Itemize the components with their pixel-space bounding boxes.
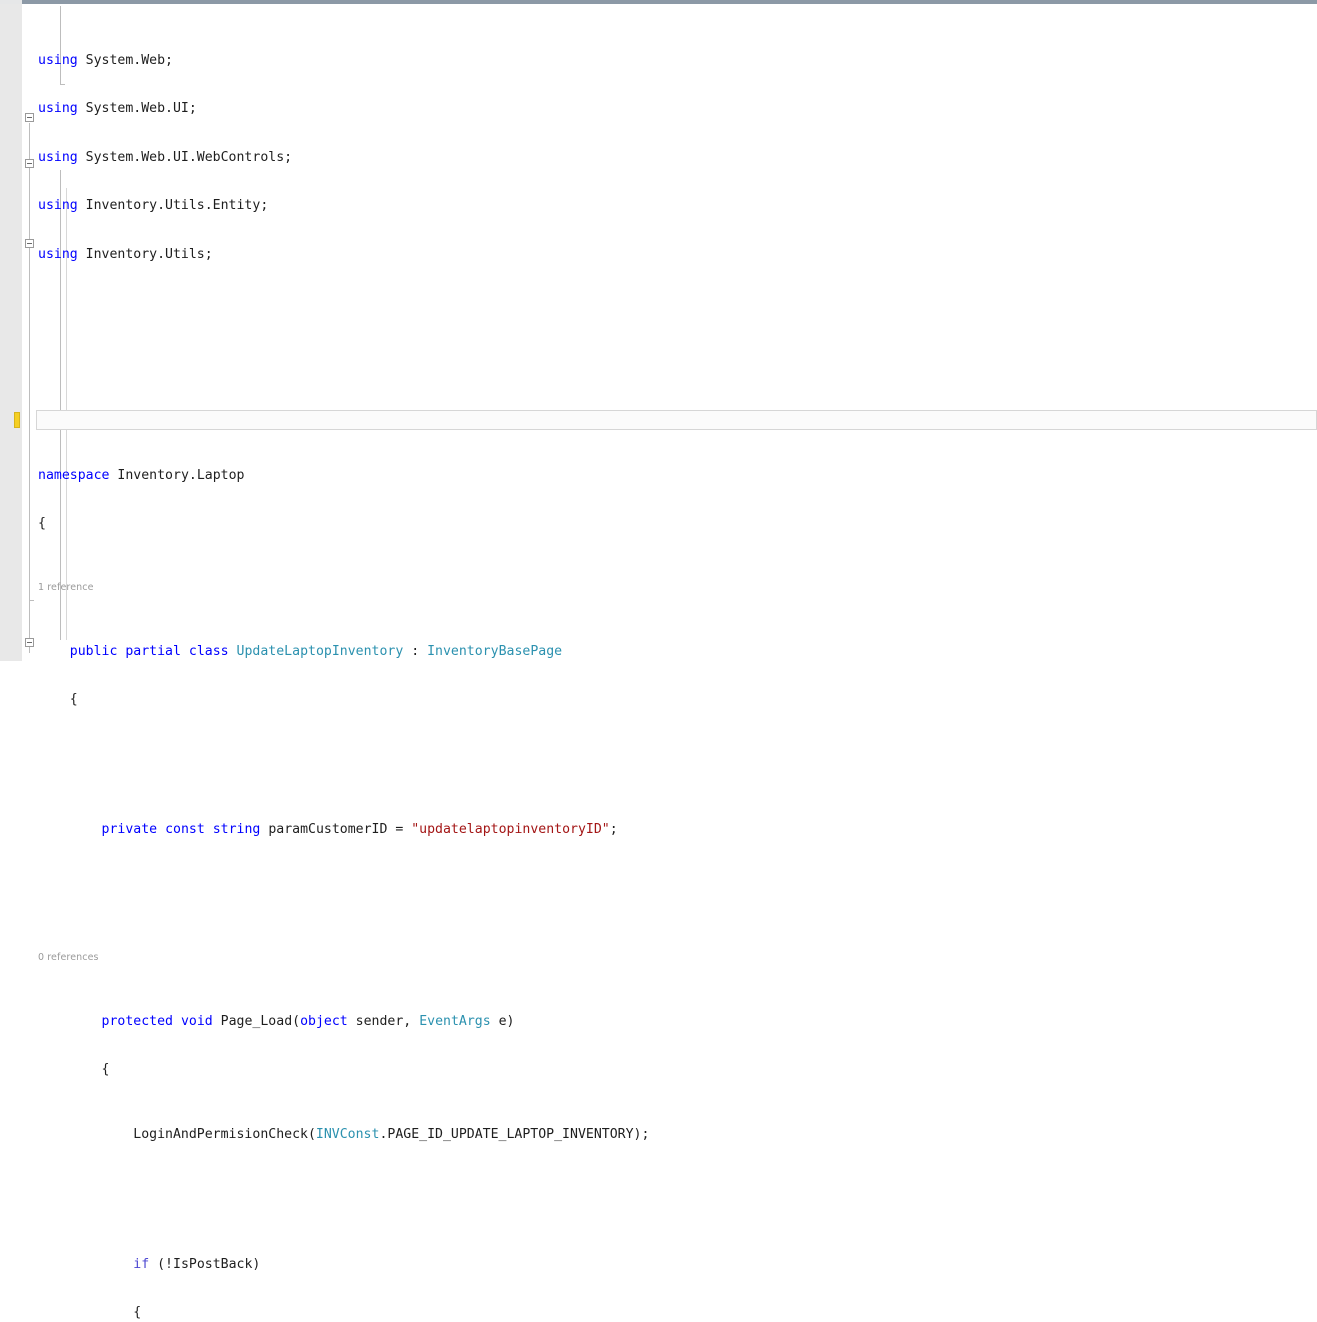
token-const-page-id: PAGE_ID_UPDATE_LAPTOP_INVENTORY <box>387 1127 634 1143</box>
token-keyword-public: public <box>69 643 118 659</box>
code-line-namespace[interactable]: namespace Inventory.Laptop <box>22 468 1317 484</box>
code-line[interactable]: using Inventory.Utils; <box>22 247 1317 263</box>
code-editor-window: using System.Web; using System.Web.UI; u… <box>0 0 1317 1321</box>
token-namespace-name: Inventory.Laptop <box>117 467 245 483</box>
token-keyword-string: string <box>212 821 261 837</box>
code-line-blank[interactable] <box>22 886 1317 902</box>
code-line-blank[interactable] <box>22 757 1317 773</box>
token-keyword: using <box>38 52 78 68</box>
code-line[interactable]: { <box>22 692 1317 708</box>
code-text-area[interactable]: using System.Web; using System.Web.UI; u… <box>22 4 1317 1321</box>
code-line-login-check[interactable]: LoginAndPermisionCheck(INVConst.PAGE_ID_… <box>22 1127 1317 1143</box>
code-line[interactable]: { <box>22 516 1317 532</box>
code-line-field[interactable]: private const string paramCustomerID = "… <box>22 822 1317 838</box>
token-class-name: UpdateLaptopInventory <box>236 643 404 659</box>
code-line[interactable]: { <box>22 1305 1317 1321</box>
codelens-page-load[interactable]: 0 references <box>22 951 1317 965</box>
token-keyword: using <box>38 246 78 262</box>
token-method-name: Page_Load <box>220 1013 293 1029</box>
token-keyword: using <box>38 198 78 214</box>
code-line-method-page-load[interactable]: protected void Page_Load(object sender, … <box>22 1014 1317 1030</box>
code-line[interactable]: using Inventory.Utils.Entity; <box>22 198 1317 214</box>
change-bar-marker <box>14 412 20 428</box>
token-keyword-partial: partial <box>125 643 181 659</box>
token-keyword-object: object <box>300 1013 348 1029</box>
token-keyword: using <box>38 149 78 165</box>
token-keyword-class: class <box>188 643 229 659</box>
token-keyword-namespace: namespace <box>38 467 110 483</box>
token-base-class: InventoryBasePage <box>427 643 563 659</box>
code-line[interactable]: using System.Web; <box>22 53 1317 69</box>
token-keyword-const: const <box>165 821 205 837</box>
code-line-blank[interactable] <box>22 409 1317 419</box>
code-line-blank[interactable] <box>22 1192 1317 1208</box>
code-line-class-decl[interactable]: public partial class UpdateLaptopInvento… <box>22 644 1317 660</box>
code-line-blank[interactable] <box>22 360 1317 376</box>
code-line[interactable]: using System.Web.UI.WebControls; <box>22 150 1317 166</box>
code-line-if[interactable]: if (!IsPostBack) <box>22 1257 1317 1273</box>
selection-margin[interactable] <box>0 4 22 661</box>
token-call-login-check: LoginAndPermisionCheck <box>133 1127 308 1143</box>
codelens-class[interactable]: 1 reference <box>22 581 1317 595</box>
token-keyword-if: if <box>133 1256 150 1272</box>
token-keyword-private: private <box>101 821 158 837</box>
token-keyword: using <box>38 101 78 117</box>
code-line[interactable]: using System.Web.UI; <box>22 101 1317 117</box>
token-type-invconst: INVConst <box>315 1127 380 1143</box>
token-keyword-protected: protected <box>101 1013 173 1029</box>
token-prop-ispostback: IsPostBack <box>173 1256 253 1272</box>
token-type-eventargs: EventArgs <box>419 1013 491 1029</box>
code-line[interactable]: { <box>22 1062 1317 1078</box>
token-keyword-void: void <box>180 1013 213 1029</box>
code-line-blank[interactable] <box>22 312 1317 328</box>
token-string-literal: "updatelaptopinventoryID" <box>411 821 610 837</box>
token-field-name: paramCustomerID <box>268 821 388 837</box>
